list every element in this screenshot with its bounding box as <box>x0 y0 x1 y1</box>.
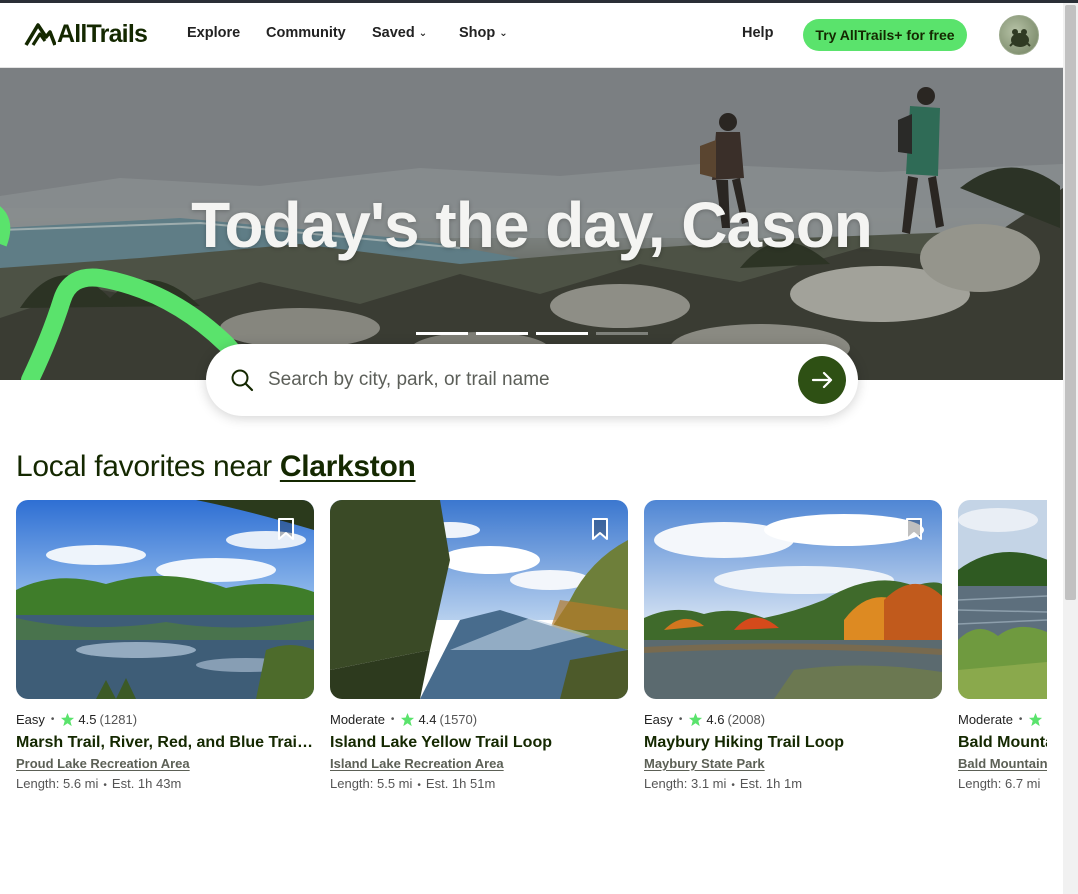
nav-saved[interactable]: Saved ⌄ <box>372 25 427 41</box>
mountain-logo-icon <box>24 23 56 46</box>
review-count: (1281) <box>99 712 138 727</box>
trail-name[interactable]: Island Lake Yellow Trail Loop <box>330 734 628 752</box>
trail-time: Est. 1h 51m <box>425 776 496 791</box>
trail-photo[interactable] <box>644 500 942 699</box>
frog-avatar-icon <box>1009 29 1031 47</box>
arrow-right-icon <box>811 371 833 389</box>
difficulty-label: Easy <box>644 712 673 727</box>
scrollbar-thumb[interactable] <box>1065 5 1076 600</box>
trail-card[interactable]: Easy • 4.5 (1281) Marsh Trail, River, Re… <box>16 500 314 800</box>
park-link[interactable]: Maybury State Park <box>644 756 765 771</box>
carousel-indicators <box>416 332 648 335</box>
location-link[interactable]: Clarkston <box>280 450 416 483</box>
nav-community[interactable]: Community <box>266 25 346 41</box>
site-header: AllTrails Explore Community Saved ⌄ Shop ⌄… <box>0 3 1063 68</box>
trail-name[interactable]: Marsh Trail, River, Red, and Blue Trail … <box>16 734 314 752</box>
nav-help[interactable]: Help <box>742 25 773 41</box>
trail-photo[interactable] <box>958 500 1047 699</box>
trail-length: Length: 5.6 mi <box>16 776 99 791</box>
nav-shop[interactable]: Shop ⌄ <box>459 25 508 41</box>
difficulty-label: Moderate <box>958 712 1013 727</box>
logo-wordmark: AllTrails <box>57 19 148 48</box>
trail-length-info: Length: 3.1 mi • Est. 1h 1m <box>644 776 803 791</box>
rating-value: 4.5 <box>78 712 97 727</box>
trail-photo-image <box>330 500 628 699</box>
star-icon <box>1029 712 1043 727</box>
trail-time: Est. 1h 43m <box>111 776 182 791</box>
search-icon <box>231 369 254 392</box>
nav-explore[interactable]: Explore <box>187 25 240 41</box>
star-icon <box>401 712 415 727</box>
nav-saved-label: Saved <box>372 25 415 41</box>
bookmark-icon[interactable] <box>276 517 296 541</box>
hero-greeting: Today's the day, Cason <box>191 189 873 261</box>
rating-value: 4.4 <box>418 712 437 727</box>
trail-card[interactable]: Moderate • 4.4 (1570) Island Lake Yellow… <box>330 500 628 800</box>
review-count: (1570) <box>439 712 478 727</box>
carousel-dot-2[interactable] <box>476 332 528 335</box>
difficulty-label: Moderate <box>330 712 385 727</box>
trail-length: Length: 5.5 mi <box>330 776 413 791</box>
trail-meta: Easy • 4.6 (2008) <box>644 712 766 727</box>
carousel-dot-4[interactable] <box>596 332 648 335</box>
trail-photo-image <box>644 500 942 699</box>
trail-search-bar <box>206 344 858 416</box>
trail-photo[interactable] <box>330 500 628 699</box>
chevron-down-icon: ⌄ <box>418 28 428 39</box>
trail-card[interactable]: Moderate • Bald Mountain Bald Mountain L… <box>958 500 1047 800</box>
park-link[interactable]: Bald Mountain <box>958 756 1047 771</box>
alltrails-logo[interactable]: AllTrails <box>24 19 148 49</box>
difficulty-label: Easy <box>16 712 45 727</box>
review-count: (2008) <box>727 712 766 727</box>
park-link[interactable]: Island Lake Recreation Area <box>330 756 504 771</box>
search-input[interactable] <box>268 366 768 394</box>
park-link[interactable]: Proud Lake Recreation Area <box>16 756 190 771</box>
heading-prefix: Local favorites near <box>16 450 280 483</box>
trail-meta: Easy • 4.5 (1281) <box>16 712 138 727</box>
trail-length-info: Length: 5.6 mi • Est. 1h 43m <box>16 776 182 791</box>
trail-photo-image <box>958 500 1047 699</box>
star-icon <box>61 712 75 727</box>
bookmark-icon[interactable] <box>590 517 610 541</box>
carousel-dot-3[interactable] <box>536 332 588 335</box>
trail-photo[interactable] <box>16 500 314 699</box>
rating-value: 4.6 <box>706 712 725 727</box>
trail-card-carousel: Easy • 4.5 (1281) Marsh Trail, River, Re… <box>16 500 1047 800</box>
trail-length: Length: 3.1 mi <box>644 776 727 791</box>
hero-banner: Today's the day, Cason <box>0 68 1063 380</box>
trail-photo-image <box>16 500 314 699</box>
try-plus-button[interactable]: Try AllTrails+ for free <box>803 19 967 51</box>
search-submit-button[interactable] <box>798 356 846 404</box>
chevron-down-icon: ⌄ <box>499 28 508 39</box>
star-icon <box>689 712 703 727</box>
nav-shop-label: Shop <box>459 25 496 41</box>
trail-length-info: Length: 5.5 mi • Est. 1h 51m <box>330 776 496 791</box>
trail-meta: Moderate • 4.4 (1570) <box>330 712 478 727</box>
user-avatar[interactable] <box>999 15 1039 55</box>
carousel-dot-1[interactable] <box>416 332 468 335</box>
trail-time: Est. 1h 1m <box>739 776 803 791</box>
trail-length-info: Length: 6.7 mi <box>958 776 1040 791</box>
trail-meta: Moderate • <box>958 712 1046 727</box>
trail-length: Length: 6.7 mi <box>958 776 1041 791</box>
local-favorites-heading: Local favorites near Clarkston <box>16 450 416 484</box>
trail-card[interactable]: Easy • 4.6 (2008) Maybury Hiking Trail L… <box>644 500 942 800</box>
bookmark-icon[interactable] <box>904 517 924 541</box>
trail-name[interactable]: Bald Mountain <box>958 734 1047 752</box>
trail-name[interactable]: Maybury Hiking Trail Loop <box>644 734 942 752</box>
